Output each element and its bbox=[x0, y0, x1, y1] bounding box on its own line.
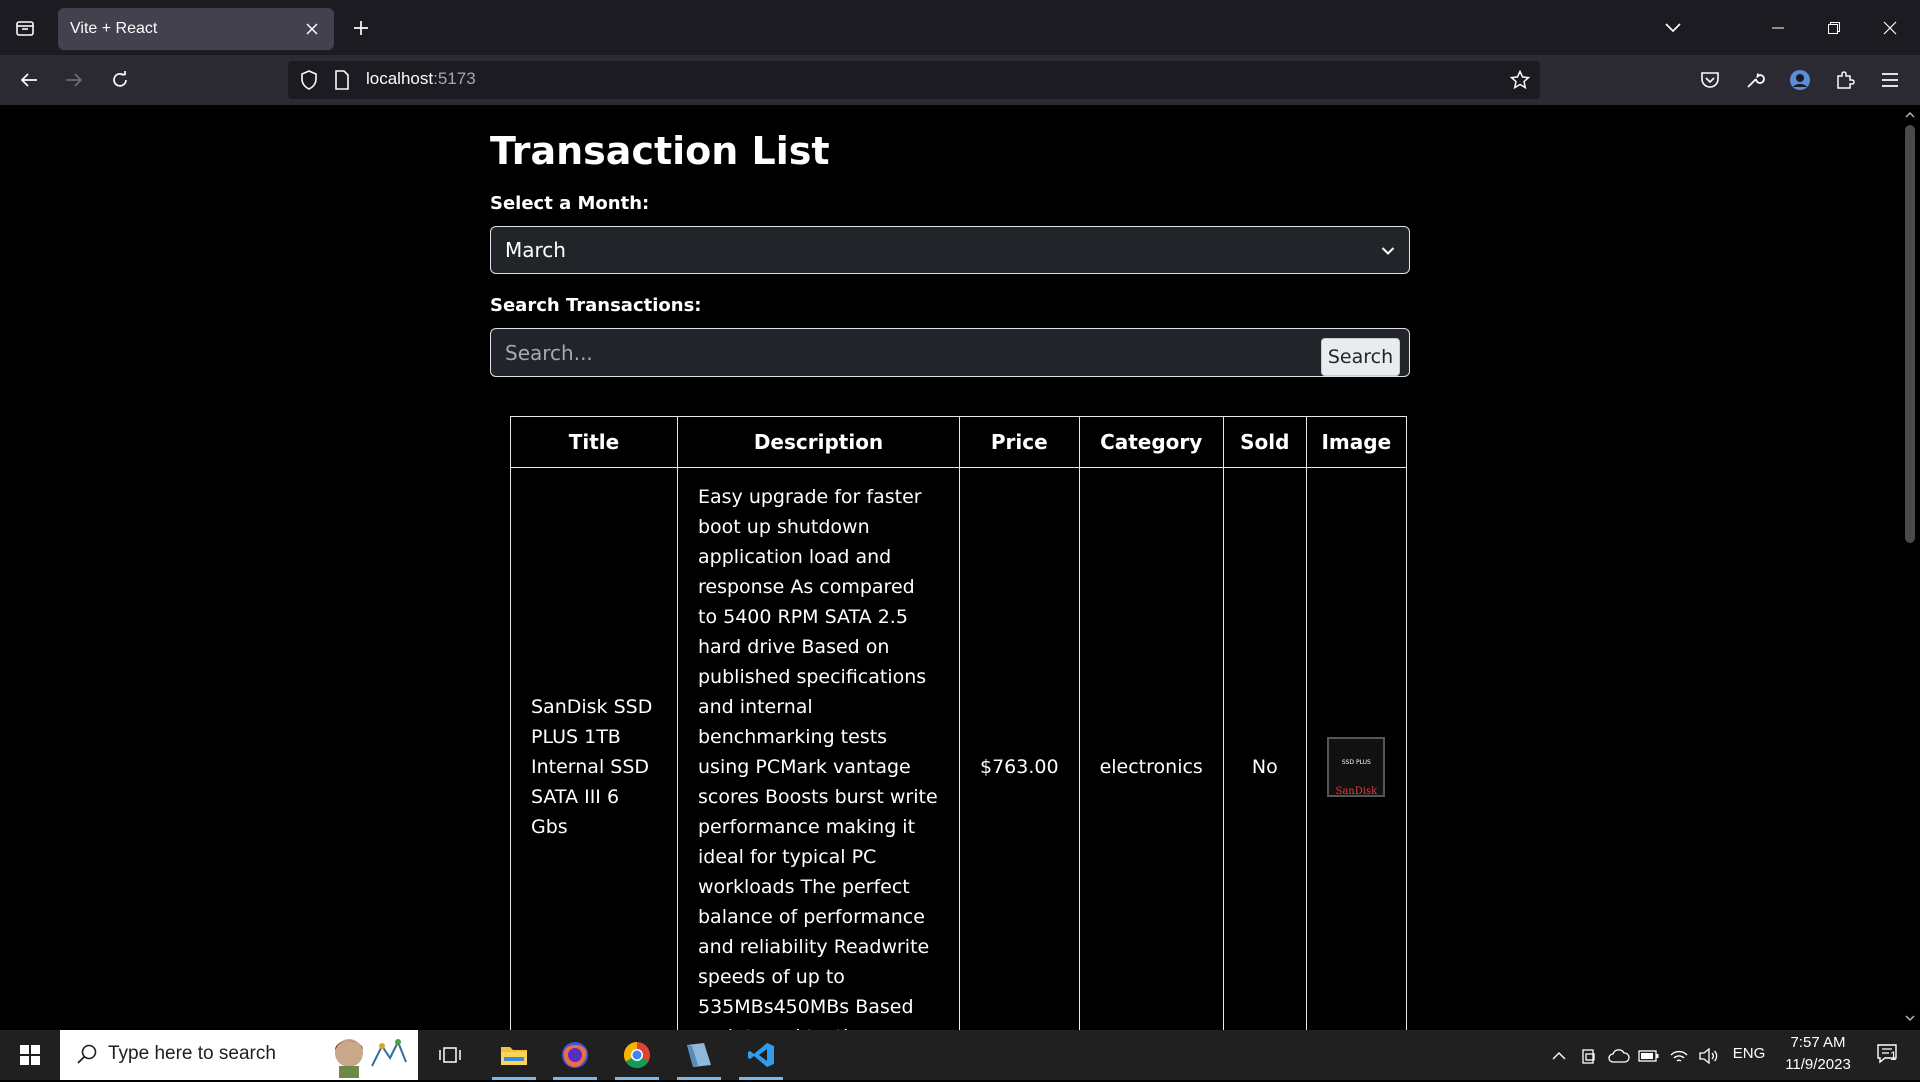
search-input[interactable] bbox=[505, 341, 1295, 365]
battery-icon[interactable] bbox=[1638, 1045, 1660, 1067]
header-image: Image bbox=[1305, 416, 1407, 468]
url-text[interactable]: localhost:5173 bbox=[366, 69, 476, 89]
page-scrollbar[interactable] bbox=[1900, 105, 1920, 1030]
cell-image: SSD PLUS SanDisk bbox=[1305, 467, 1407, 1030]
search-highlight-icon[interactable] bbox=[326, 1032, 412, 1082]
header-price: Price bbox=[959, 416, 1080, 468]
taskbar-search-placeholder: Type here to search bbox=[108, 1043, 276, 1064]
header-description: Description bbox=[677, 416, 960, 468]
header-title: Title bbox=[510, 416, 678, 468]
url-bar[interactable]: localhost:5173 bbox=[288, 61, 1540, 99]
clock-date[interactable]: 11/9/2023 bbox=[1768, 1056, 1868, 1073]
notification-count: 1 bbox=[1890, 1049, 1897, 1063]
table-row: SanDisk SSD PLUS 1TB Internal SSD SATA I… bbox=[510, 467, 1407, 1030]
scroll-up-icon[interactable] bbox=[1903, 108, 1917, 122]
search-button[interactable]: Search bbox=[1321, 338, 1400, 376]
month-select[interactable]: March bbox=[490, 226, 1410, 274]
language-indicator[interactable]: ENG bbox=[1732, 1045, 1766, 1062]
wrench-icon[interactable] bbox=[1736, 61, 1774, 99]
chrome-icon[interactable] bbox=[607, 1030, 667, 1080]
browser-nav-bar: localhost:5173 bbox=[0, 55, 1920, 105]
new-tab-button[interactable] bbox=[342, 9, 380, 47]
chevron-down-icon bbox=[1381, 241, 1395, 260]
firefox-icon[interactable] bbox=[545, 1030, 605, 1080]
cell-price: $763.00 bbox=[959, 467, 1080, 1030]
thumbnail-brand: SanDisk bbox=[1335, 786, 1378, 797]
browser-tab[interactable]: Vite + React bbox=[58, 8, 334, 50]
cell-sold: No bbox=[1222, 467, 1307, 1030]
page-viewport: Transaction List Select a Month: March S… bbox=[0, 105, 1900, 1030]
page-icon[interactable] bbox=[334, 70, 350, 94]
search-label: Search Transactions: bbox=[490, 295, 702, 316]
product-thumbnail: SSD PLUS SanDisk bbox=[1327, 737, 1386, 797]
header-sold: Sold bbox=[1222, 416, 1307, 468]
header-category: Category bbox=[1078, 416, 1224, 468]
reload-icon[interactable] bbox=[101, 61, 139, 99]
transactions-table: Title Description Price Category Sold Im… bbox=[510, 416, 1407, 1030]
month-label: Select a Month: bbox=[490, 193, 650, 214]
restore-button[interactable] bbox=[1806, 0, 1862, 55]
windows-taskbar: Type here to search ENG 7:57 AM 11/9/202… bbox=[0, 1030, 1920, 1080]
month-select-value: March bbox=[505, 238, 566, 262]
pocket-icon[interactable] bbox=[1691, 61, 1729, 99]
wifi-icon[interactable] bbox=[1668, 1045, 1690, 1067]
shield-icon[interactable] bbox=[300, 70, 318, 94]
meet-now-icon[interactable] bbox=[1578, 1045, 1600, 1067]
forward-arrow-icon[interactable] bbox=[55, 61, 93, 99]
close-window-button[interactable] bbox=[1862, 0, 1918, 55]
search-box: Search bbox=[490, 328, 1410, 377]
onedrive-cloud-icon[interactable] bbox=[1608, 1045, 1630, 1067]
close-icon[interactable] bbox=[302, 19, 322, 39]
file-explorer-icon[interactable] bbox=[484, 1030, 544, 1080]
table-header-row: Title Description Price Category Sold Im… bbox=[510, 416, 1407, 468]
tab-title: Vite + React bbox=[70, 20, 158, 37]
vscode-icon[interactable] bbox=[731, 1030, 791, 1080]
hamburger-menu-icon[interactable] bbox=[1871, 61, 1909, 99]
star-bookmark-icon[interactable] bbox=[1509, 69, 1531, 94]
account-icon[interactable] bbox=[1781, 61, 1819, 99]
volume-icon[interactable] bbox=[1698, 1045, 1720, 1067]
back-arrow-icon[interactable] bbox=[10, 61, 48, 99]
minimize-button[interactable] bbox=[1750, 0, 1806, 55]
chevron-up-icon[interactable] bbox=[1548, 1045, 1570, 1067]
page-title: Transaction List bbox=[490, 129, 830, 173]
cell-category: electronics bbox=[1078, 467, 1224, 1030]
cell-description: Easy upgrade for faster boot up shutdown… bbox=[677, 467, 960, 1030]
taskbar-search-box[interactable]: Type here to search bbox=[60, 1030, 418, 1080]
clock-time[interactable]: 7:57 AM bbox=[1768, 1034, 1868, 1051]
task-view-icon[interactable] bbox=[420, 1030, 480, 1080]
extensions-icon[interactable] bbox=[1826, 61, 1864, 99]
cell-title: SanDisk SSD PLUS 1TB Internal SSD SATA I… bbox=[510, 467, 678, 1030]
windows-start-icon[interactable] bbox=[0, 1030, 60, 1080]
thumbnail-label: SSD PLUS bbox=[1341, 759, 1371, 766]
search-icon bbox=[76, 1043, 98, 1069]
scroll-down-icon[interactable] bbox=[1903, 1011, 1917, 1025]
browser-tab-bar: Vite + React bbox=[0, 0, 1920, 55]
notification-icon[interactable]: 1 bbox=[1868, 1043, 1908, 1065]
scroll-thumb[interactable] bbox=[1905, 125, 1915, 543]
tab-list-icon[interactable] bbox=[6, 9, 44, 47]
app-icon[interactable] bbox=[669, 1030, 729, 1080]
chevron-down-icon[interactable] bbox=[1654, 9, 1692, 47]
